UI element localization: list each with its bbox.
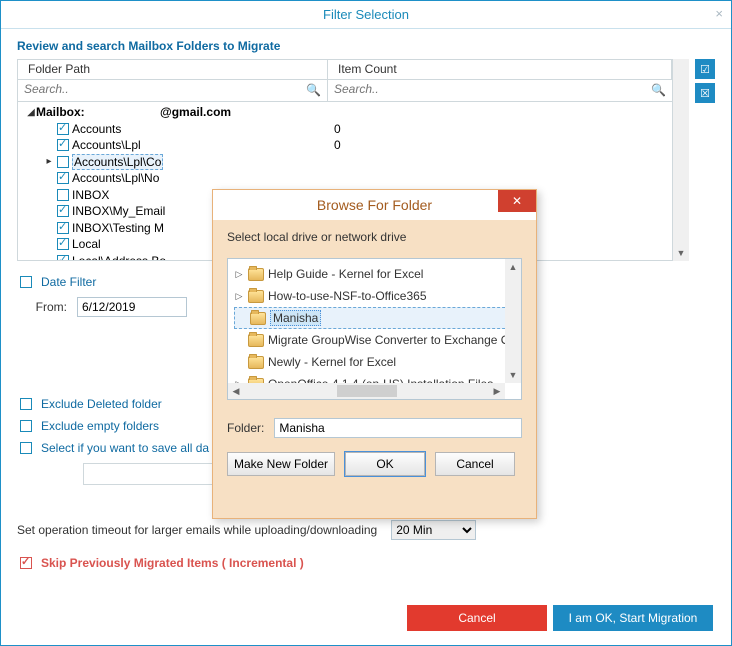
dialog-cancel-button[interactable]: Cancel — [435, 452, 515, 476]
folder-icon — [248, 334, 264, 347]
folder-checkbox[interactable] — [57, 172, 69, 184]
browser-row[interactable]: Newly - Kernel for Excel — [234, 351, 515, 373]
folder-label: Local\Address Bo — [72, 254, 166, 260]
save-all-checkbox[interactable] — [20, 442, 32, 454]
folder-field-label: Folder: — [227, 421, 264, 435]
close-icon[interactable]: × — [715, 6, 723, 21]
timeout-select[interactable]: 20 Min — [391, 520, 476, 540]
exclude-empty-checkbox[interactable] — [20, 420, 32, 432]
tree-row[interactable]: ▸ Accounts\Lpl\Co — [22, 154, 668, 171]
item-count: 0 — [328, 138, 668, 152]
tree-row[interactable]: Accounts\Lpl 0 — [22, 137, 668, 154]
browser-row-label: Migrate GroupWise Converter to Exchange … — [268, 333, 510, 347]
folder-label: Local — [72, 237, 101, 251]
titlebar: Filter Selection × — [1, 1, 731, 29]
folder-checkbox[interactable] — [57, 156, 69, 168]
col-header-folder[interactable]: Folder Path — [18, 60, 328, 79]
dialog-hscroll[interactable]: ◀▶ — [228, 383, 505, 399]
folder-label: Accounts\Lpl\No — [72, 171, 159, 185]
tree-row[interactable]: Accounts\Lpl\No — [22, 170, 668, 187]
content: Review and search Mailbox Folders to Mig… — [1, 29, 731, 645]
redacted — [88, 105, 160, 116]
browser-row-label: Help Guide - Kernel for Excel — [268, 267, 423, 281]
folder-checkbox[interactable] — [57, 189, 69, 201]
folder-label: INBOX — [72, 188, 109, 202]
folder-icon — [248, 268, 264, 281]
skip-migrated-label: Skip Previously Migrated Items ( Increme… — [41, 556, 304, 570]
folder-label: Accounts\Lpl\Co — [72, 154, 163, 170]
timeout-label: Set operation timeout for larger emails … — [17, 523, 377, 537]
deselect-all-icon[interactable]: ☒ — [695, 83, 715, 103]
search-count-input[interactable] — [328, 80, 672, 98]
search-icon[interactable]: 🔍 — [651, 83, 666, 97]
skip-migrated-checkbox[interactable] — [20, 557, 32, 569]
folder-icon — [248, 290, 264, 303]
item-count: 0 — [328, 122, 668, 136]
folder-label: INBOX\My_Email — [72, 204, 165, 218]
folder-checkbox[interactable] — [57, 139, 69, 151]
grid-scrollbar[interactable]: ▼ — [673, 59, 689, 261]
folder-icon — [250, 312, 266, 325]
folder-checkbox[interactable] — [57, 205, 69, 217]
folder-checkbox[interactable] — [57, 123, 69, 135]
from-label: From: — [17, 300, 67, 314]
search-folder-input[interactable] — [18, 80, 187, 98]
browser-row-label: Newly - Kernel for Excel — [268, 355, 396, 369]
folder-checkbox[interactable] — [57, 255, 69, 260]
expand-icon[interactable]: ▸ — [44, 156, 54, 167]
cancel-button[interactable]: Cancel — [407, 605, 547, 631]
select-all-icon[interactable]: ☑ — [695, 59, 715, 79]
browser-row[interactable]: ▷ How-to-use-NSF-to-Office365 — [234, 285, 515, 307]
folder-checkbox[interactable] — [57, 238, 69, 250]
tree-row[interactable]: Accounts 0 — [22, 121, 668, 138]
collapse-icon[interactable]: ◢ — [26, 107, 36, 118]
folder-icon — [248, 356, 264, 369]
expand-icon[interactable]: ▷ — [234, 291, 244, 302]
make-new-folder-button[interactable]: Make New Folder — [227, 452, 335, 476]
browser-row[interactable]: Migrate GroupWise Converter to Exchange … — [234, 329, 515, 351]
col-header-count[interactable]: Item Count — [328, 60, 672, 79]
dialog-instruction: Select local drive or network drive — [227, 230, 522, 244]
search-icon[interactable]: 🔍 — [306, 83, 321, 97]
browser-row-label: Manisha — [270, 310, 321, 326]
page-subtitle: Review and search Mailbox Folders to Mig… — [17, 39, 715, 53]
dialog-ok-button[interactable]: OK — [345, 452, 425, 476]
date-filter-label: Date Filter — [41, 275, 96, 289]
folder-label: Accounts — [72, 122, 121, 136]
from-date-input[interactable] — [77, 297, 187, 317]
folder-browser-tree[interactable]: ▷ Help Guide - Kernel for Excel ▷ How-to-us… — [227, 258, 522, 400]
dialog-title: Browse For Folder — [317, 197, 432, 213]
dialog-close-button[interactable]: ✕ — [498, 190, 536, 212]
folder-name-input[interactable] — [274, 418, 522, 438]
window-title: Filter Selection — [323, 7, 409, 22]
browse-folder-dialog: Browse For Folder ✕ Select local drive o… — [212, 189, 537, 519]
expand-icon[interactable]: ▷ — [234, 269, 244, 280]
browser-row[interactable]: ▷ Help Guide - Kernel for Excel — [234, 263, 515, 285]
folder-label: Accounts\Lpl — [72, 138, 141, 152]
filter-selection-window: Filter Selection × Review and search Mai… — [0, 0, 732, 646]
browser-row-label: How-to-use-NSF-to-Office365 — [268, 289, 427, 303]
dialog-vscroll[interactable]: ▲▼ — [505, 259, 521, 383]
start-migration-button[interactable]: I am OK, Start Migration — [553, 605, 713, 631]
exclude-deleted-checkbox[interactable] — [20, 398, 32, 410]
folder-checkbox[interactable] — [57, 222, 69, 234]
folder-label: INBOX\Testing M — [72, 221, 164, 235]
browser-row[interactable]: Manisha — [234, 307, 515, 329]
date-filter-checkbox[interactable] — [20, 276, 32, 288]
